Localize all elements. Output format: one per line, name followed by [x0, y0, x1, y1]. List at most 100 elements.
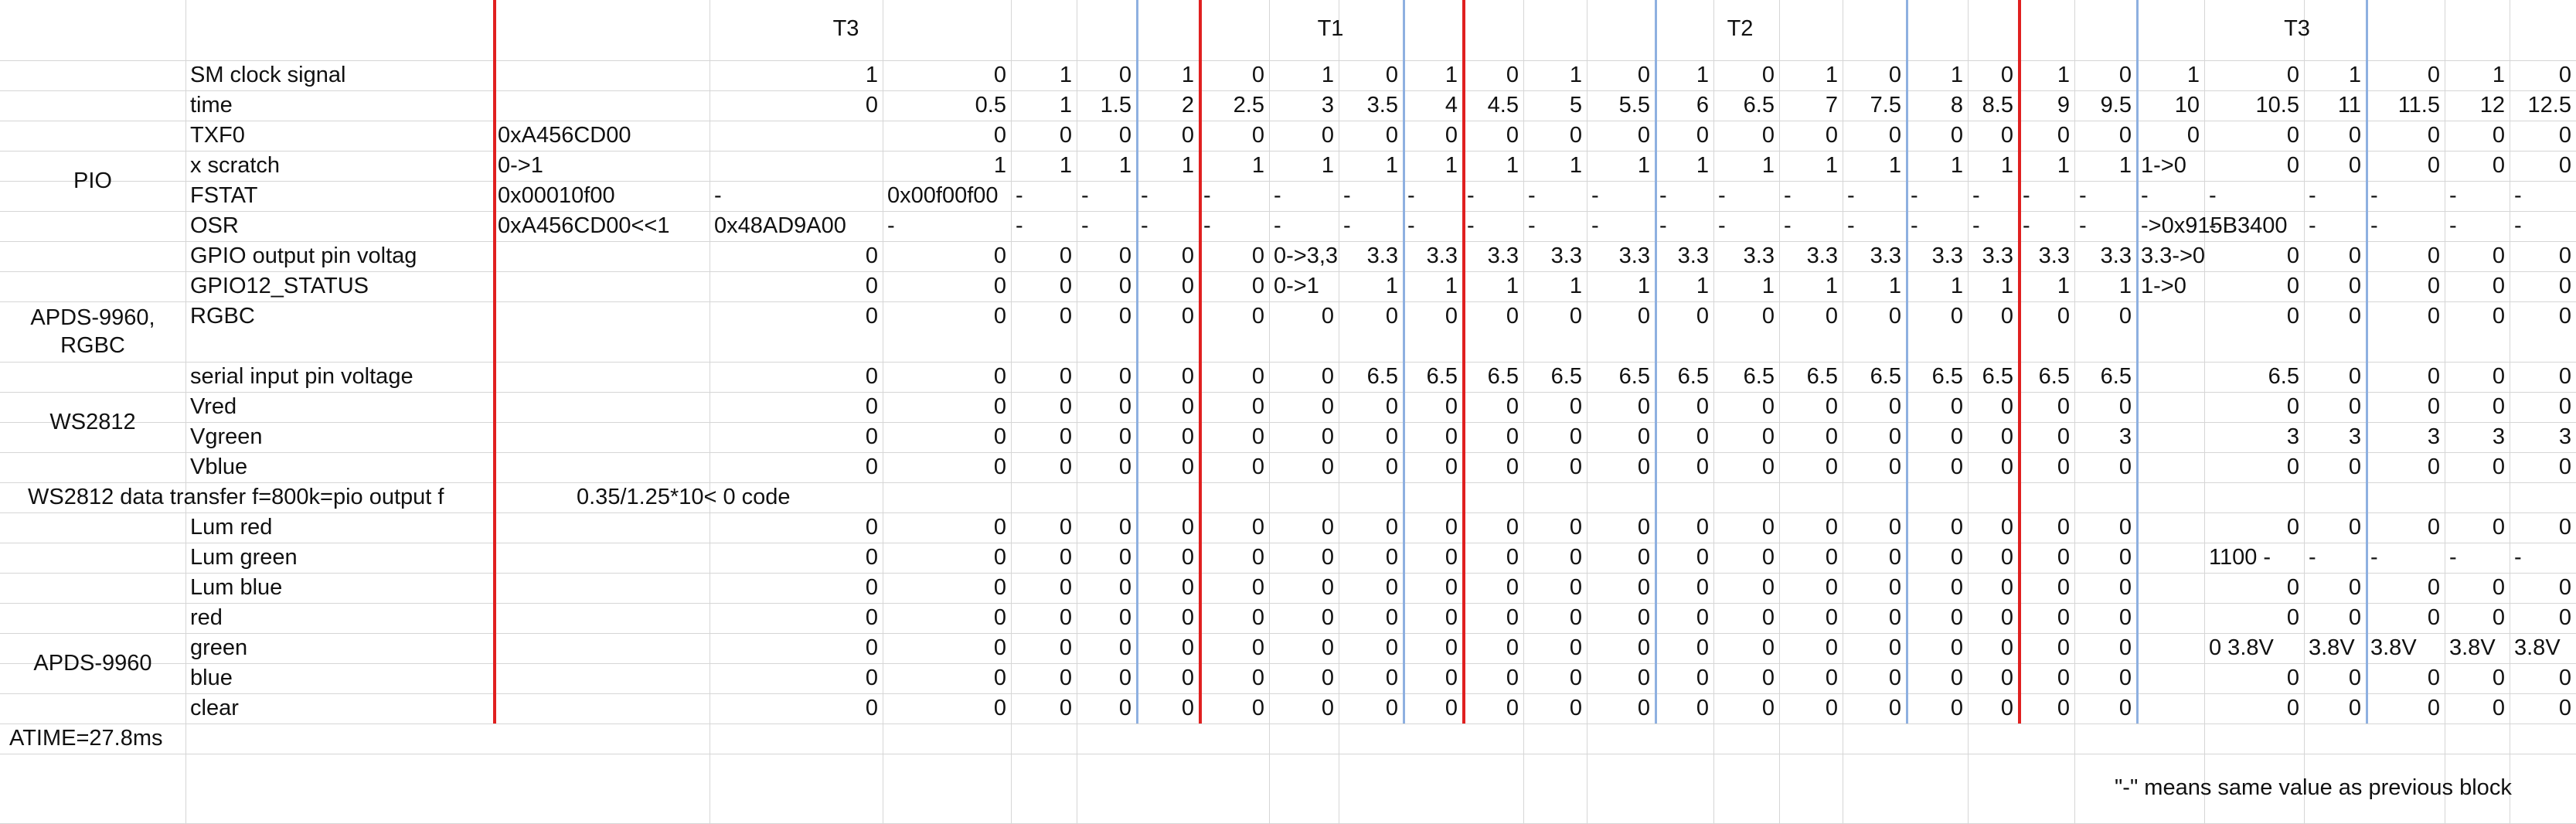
table-cell: 0 [2558, 153, 2571, 178]
table-cell: - [2141, 183, 2149, 208]
table-cell: 0 [1251, 696, 1264, 720]
table-cell: - [1591, 213, 1599, 238]
table-cell: 0 [1696, 666, 1709, 690]
table-cell: 0 [2118, 605, 2132, 630]
table-cell: 12.5 [2527, 93, 2571, 117]
table-cell: 0x00f00f00 [887, 183, 999, 208]
table-cell: 0 [1569, 545, 1582, 570]
table-cell: 0 [865, 696, 878, 720]
table-cell: - [2449, 213, 2457, 238]
table-cell: 0 [1888, 123, 1901, 148]
table-cell: 0 [1696, 123, 1709, 148]
table-cell: 0 [1950, 545, 1963, 570]
table-cell: - [1718, 183, 1726, 208]
table-cell: 0 [1637, 515, 1650, 540]
table-cell: 1 [1761, 153, 1775, 178]
table-cell: 0 [1506, 455, 1519, 479]
table-cell: 3.8V [2514, 635, 2561, 660]
section-label: APDS-9960, RGBC [30, 305, 155, 358]
table-cell: 0 [1696, 545, 1709, 570]
table-cell: 6 [1696, 93, 1709, 117]
table-cell: 0 [2000, 545, 2013, 570]
table-cell: 0 [1761, 123, 1775, 148]
table-cell: 0 [2348, 394, 2361, 419]
table-cell: - [1016, 183, 1023, 208]
table-cell: 6.5 [1806, 364, 1838, 389]
phase-header: T3 [832, 16, 859, 41]
table-cell: 0 [2348, 243, 2361, 268]
table-cell: 0 [2427, 243, 2440, 268]
table-cell: 0 [1118, 364, 1131, 389]
section-label: PIO [73, 169, 112, 193]
table-cell: 0 [1059, 455, 1072, 479]
table-cell: 1 [1181, 153, 1194, 178]
row-label: SM clock signal [190, 63, 346, 87]
table-cell: 0 [1950, 455, 1963, 479]
table-cell: 0 [2492, 364, 2505, 389]
table-cell: 0 [1181, 635, 1194, 660]
table-cell: 0 [2057, 696, 2070, 720]
table-cell: 0 [1696, 304, 1709, 329]
table-cell: 0 [1445, 635, 1458, 660]
table-cell: 0 [2000, 575, 2013, 600]
table-cell: 0 [865, 394, 878, 419]
table-cell: 0 [2057, 575, 2070, 600]
table-cell: - [1972, 183, 1980, 208]
table-cell: - [1343, 213, 1351, 238]
table-cell: 0 [2057, 515, 2070, 540]
spreadsheet: T3 T1 T2 T3 PIO APDS-9960, RGBC WS2812 APDS-996… [0, 0, 2576, 824]
table-cell: 0 [2427, 696, 2440, 720]
table-cell: 0 [1059, 635, 1072, 660]
table-cell: 1 [2118, 274, 2132, 298]
table-cell: 5.5 [1618, 93, 1650, 117]
table-cell: 3.3 [1487, 243, 1519, 268]
table-cell: 0 [2348, 575, 2361, 600]
table-cell: 0 [1825, 575, 1838, 600]
table-cell: 0 [993, 63, 1006, 87]
table-cell: 0 [2558, 666, 2571, 690]
table-cell: 6.5 [1931, 364, 1963, 389]
table-cell: 0 [1761, 696, 1775, 720]
row-label: GPIO12_STATUS [190, 274, 369, 298]
table-cell: 0 [1118, 63, 1131, 87]
table-cell: 0 [1569, 123, 1582, 148]
table-cell: 0 [1506, 304, 1519, 329]
table-cell: 0 [2348, 274, 2361, 298]
table-cell: 6.5 [2268, 364, 2299, 389]
row-label: x scratch [190, 153, 281, 178]
table-cell: 0 [1385, 394, 1398, 419]
row-label: time [190, 93, 233, 117]
table-cell: 0 [1506, 424, 1519, 449]
table-cell: 0 [993, 274, 1006, 298]
table-cell: 1 [1059, 63, 1072, 87]
table-cell: 0 [1506, 63, 1519, 87]
phase-header: T1 [1317, 16, 1344, 41]
table-cell: 0 [1950, 666, 1963, 690]
table-cell: - [1081, 213, 1089, 238]
table-cell: 0 [1181, 515, 1194, 540]
table-cell: - [2209, 213, 2217, 238]
table-cell: 0 [1321, 666, 1334, 690]
table-cell: 0 [2118, 394, 2132, 419]
table-cell: 0 [2348, 123, 2361, 148]
table-cell: - [1591, 183, 1599, 208]
table-cell: 0 [1696, 696, 1709, 720]
table-cell: 6.5 [1982, 364, 2013, 389]
table-cell: - [1203, 213, 1211, 238]
table-cell: 0 [2057, 394, 2070, 419]
table-cell: 0 [1059, 666, 1072, 690]
table-cell: 0 [2558, 243, 2571, 268]
table-cell: 0 [1059, 364, 1072, 389]
table-cell: 0 [2286, 243, 2299, 268]
table-cell: 0 [2558, 394, 2571, 419]
table-cell: 0 [2286, 605, 2299, 630]
table-cell: 0 [1059, 424, 1072, 449]
table-cell: - [1274, 183, 1281, 208]
table-cell: 0 [2286, 274, 2299, 298]
table-cell: 1100 - [2209, 545, 2271, 570]
table-cell: 0 [1506, 123, 1519, 148]
table-cell: - [1972, 213, 1980, 238]
table-cell: 0 [2558, 364, 2571, 389]
table-cell: 0 [1506, 605, 1519, 630]
table-cell: 0 [2427, 605, 2440, 630]
